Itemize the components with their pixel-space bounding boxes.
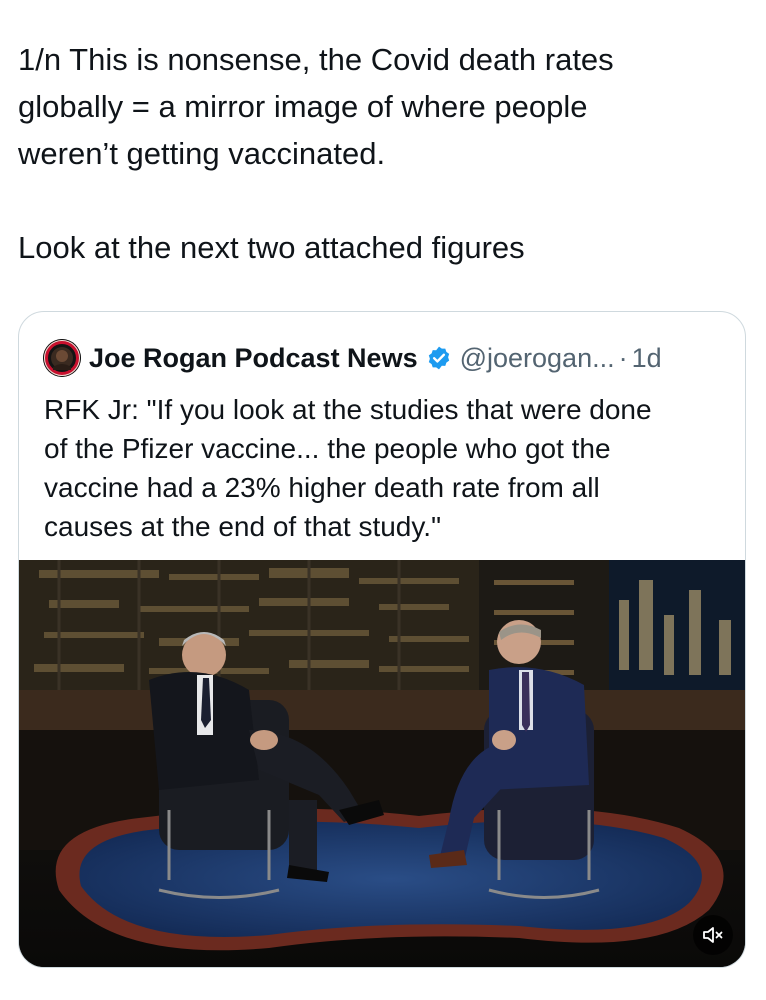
- quoted-text-line: vaccine had a 23% higher death rate from…: [44, 472, 600, 503]
- tweet-text-line: 1/n This is nonsense, the Covid death ra…: [18, 42, 614, 77]
- quoted-author-handle[interactable]: @joerogan...: [460, 343, 615, 374]
- video-player[interactable]: [19, 560, 745, 967]
- quoted-text-line: of the Pfizer vaccine... the people who …: [44, 433, 611, 464]
- tweet-text-line: Look at the next two attached figures: [18, 230, 525, 265]
- quoted-text-line: causes at the end of that study.": [44, 511, 442, 542]
- quoted-author-name[interactable]: Joe Rogan Podcast News: [89, 343, 418, 374]
- video-frame: [19, 560, 745, 967]
- quoted-tweet-header: Joe Rogan Podcast News @joerogan... · 1d: [43, 338, 662, 378]
- tweet-text-line: globally = a mirror image of where peopl…: [18, 89, 588, 124]
- post-time[interactable]: 1d: [632, 343, 662, 374]
- podcast-avatar-icon[interactable]: [43, 339, 81, 377]
- tweet-body: 1/n This is nonsense, the Covid death ra…: [18, 36, 748, 271]
- quoted-tweet-text: RFK Jr: "If you look at the studies that…: [44, 390, 724, 546]
- quoted-tweet-card[interactable]: Joe Rogan Podcast News @joerogan... · 1d…: [18, 311, 746, 968]
- tweet-text-line: weren’t getting vaccinated.: [18, 136, 386, 171]
- separator-dot: ·: [618, 342, 628, 373]
- quoted-text-line: RFK Jr: "If you look at the studies that…: [44, 394, 652, 425]
- verified-badge-icon: [426, 345, 452, 371]
- mute-speaker-icon[interactable]: [693, 915, 733, 955]
